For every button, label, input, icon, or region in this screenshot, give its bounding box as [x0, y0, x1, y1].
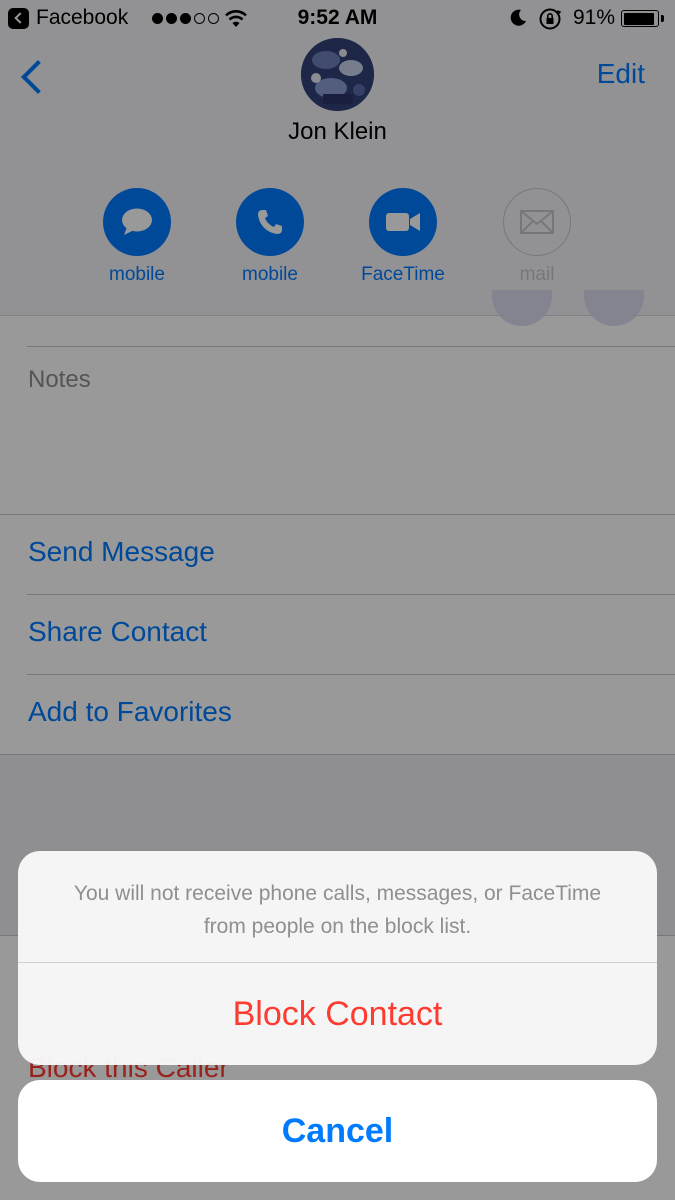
- action-sheet: You will not receive phone calls, messag…: [18, 851, 657, 1065]
- action-sheet-message: You will not receive phone calls, messag…: [73, 882, 602, 938]
- cancel-button[interactable]: Cancel: [18, 1080, 657, 1182]
- block-contact-button[interactable]: Block Contact: [18, 963, 657, 1065]
